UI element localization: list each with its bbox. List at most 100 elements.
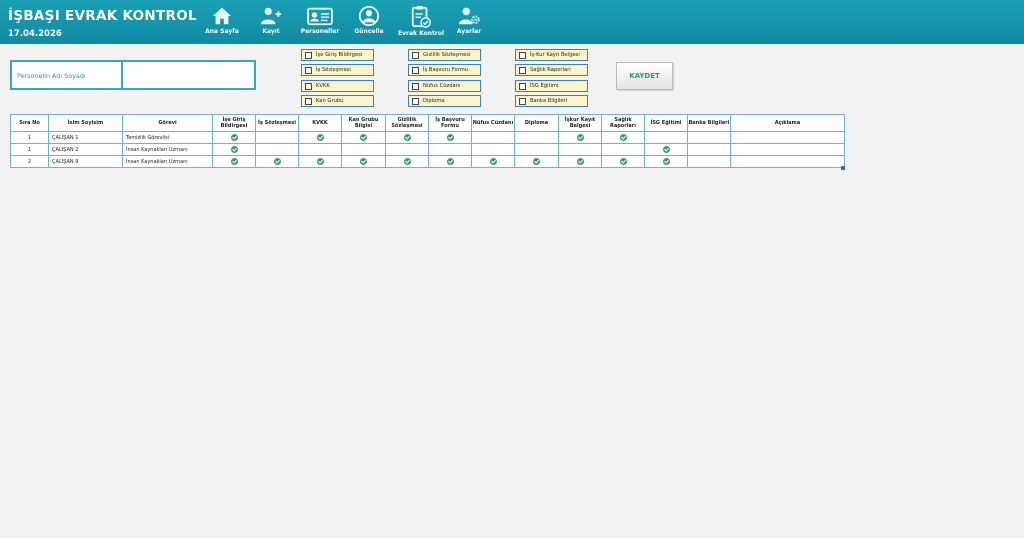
checkbox-nufus-cuzdani[interactable]: Nüfus Cüzdanı: [408, 80, 481, 92]
document-status-cell[interactable]: [687, 155, 731, 168]
document-status-cell[interactable]: [428, 143, 472, 156]
column-header[interactable]: Kan Grubu Bilgisi: [341, 114, 386, 132]
save-button[interactable]: KAYDET: [616, 62, 673, 90]
column-header[interactable]: KVKK: [298, 114, 342, 132]
document-status-cell[interactable]: [687, 131, 731, 144]
document-status-cell[interactable]: [644, 131, 688, 144]
employee-role-cell[interactable]: İnsan Kaynakları Uzmanı: [122, 143, 213, 156]
checkbox-kvkk[interactable]: KVKK: [301, 80, 374, 92]
nav-settings[interactable]: Ayarlar: [441, 5, 497, 43]
document-status-cell[interactable]: [255, 155, 299, 168]
checkbox-banka-bilgileri[interactable]: Banka Bilgileri: [515, 95, 588, 107]
column-header[interactable]: İSG Eğitimi: [644, 114, 688, 132]
column-header[interactable]: Banka Bilgileri: [687, 114, 731, 132]
note-cell[interactable]: [730, 155, 845, 168]
checkbox-saglik-raporlari[interactable]: Sağlık Raporları: [515, 64, 588, 76]
column-header[interactable]: İşkur Kayıt Belgesi: [558, 114, 602, 132]
document-status-cell[interactable]: [385, 131, 429, 144]
document-status-cell[interactable]: [601, 155, 645, 168]
column-header[interactable]: Gizlilik Sözleşmesi: [385, 114, 429, 132]
document-status-cell[interactable]: [644, 155, 688, 168]
nav-update[interactable]: Güncelle: [341, 5, 397, 43]
checkbox-box[interactable]: [412, 67, 419, 74]
table-row[interactable]: 2 ÇALIŞAN 9 İnsan Kaynakları Uzmanı: [10, 155, 845, 168]
document-status-cell[interactable]: [471, 131, 515, 144]
table-row[interactable]: 1 ÇALIŞAN 2 İnsan Kaynakları Uzmanı: [10, 143, 845, 156]
row-number-cell[interactable]: 1: [10, 131, 49, 144]
document-status-cell[interactable]: [341, 143, 386, 156]
document-status-cell[interactable]: [212, 131, 256, 144]
document-status-cell[interactable]: [514, 155, 559, 168]
document-status-cell[interactable]: [255, 131, 299, 144]
document-status-cell[interactable]: [644, 143, 688, 156]
checkbox-box[interactable]: [412, 83, 419, 90]
note-cell[interactable]: [730, 143, 845, 156]
employee-name-cell[interactable]: ÇALIŞAN 1: [48, 131, 123, 144]
document-status-cell[interactable]: [514, 143, 559, 156]
document-status-cell[interactable]: [212, 155, 256, 168]
checkbox-box[interactable]: [519, 83, 526, 90]
row-number-cell[interactable]: 1: [10, 143, 49, 156]
document-status-cell[interactable]: [471, 143, 515, 156]
document-status-cell[interactable]: [385, 143, 429, 156]
checkbox-box[interactable]: [305, 83, 312, 90]
checkbox-box[interactable]: [519, 52, 526, 59]
column-header[interactable]: Nüfus Cüzdanı: [471, 114, 515, 132]
employee-name-cell[interactable]: ÇALIŞAN 2: [48, 143, 123, 156]
column-header[interactable]: Sıra No: [10, 114, 49, 132]
table-resize-handle[interactable]: [841, 166, 845, 170]
personnel-name-input[interactable]: [125, 62, 254, 88]
row-number-cell[interactable]: 2: [10, 155, 49, 168]
employee-role-cell[interactable]: Temizlik Görevlisi: [122, 131, 213, 144]
employee-role-cell[interactable]: İnsan Kaynakları Uzmanı: [122, 155, 213, 168]
document-status-cell[interactable]: [385, 155, 429, 168]
document-status-cell[interactable]: [298, 131, 342, 144]
checkbox-is-basvuru-formu[interactable]: İş Başvuru Formu: [408, 64, 481, 76]
document-status-cell[interactable]: [514, 131, 559, 144]
column-header[interactable]: Görevi: [122, 114, 213, 132]
column-header[interactable]: İsim Soyisim: [48, 114, 123, 132]
checkbox-iskur-kayit-belgesi[interactable]: İş-Kur Kayıt Belgesi: [515, 49, 588, 61]
employee-name-cell[interactable]: ÇALIŞAN 9: [48, 155, 123, 168]
table-row[interactable]: 1 ÇALIŞAN 1 Temizlik Görevlisi: [10, 131, 845, 144]
check-icon: [619, 158, 627, 165]
document-status-cell[interactable]: [298, 155, 342, 168]
document-status-cell[interactable]: [601, 131, 645, 144]
checkbox-box[interactable]: [305, 67, 312, 74]
document-status-cell[interactable]: [601, 143, 645, 156]
document-status-cell[interactable]: [341, 155, 386, 168]
document-status-cell[interactable]: [341, 131, 386, 144]
checkbox-box[interactable]: [305, 52, 312, 59]
document-status-cell[interactable]: [298, 143, 342, 156]
column-header[interactable]: Sağlık Raporları: [601, 114, 645, 132]
checkbox-box[interactable]: [412, 52, 419, 59]
checkbox-gizlilik-sozlesmesi[interactable]: Gizlilik Sözleşmesi: [408, 49, 481, 61]
document-status-cell[interactable]: [558, 143, 602, 156]
checkbox-box[interactable]: [305, 98, 312, 105]
checkbox-box[interactable]: [412, 98, 419, 105]
note-cell[interactable]: [730, 131, 845, 144]
column-header[interactable]: Diploma: [514, 114, 559, 132]
document-status-cell[interactable]: [558, 155, 602, 168]
document-status-cell[interactable]: [558, 131, 602, 144]
checkbox-ise-giris-bildirgesi[interactable]: İşe Giriş Bildirgesi: [301, 49, 374, 61]
column-header[interactable]: İş Başvuru Formu: [428, 114, 472, 132]
document-status-cell[interactable]: [255, 143, 299, 156]
column-header[interactable]: İşe Giriş Bildirgesi: [212, 114, 256, 132]
nav-personnel[interactable]: Personeller: [292, 5, 348, 43]
column-header[interactable]: Açıklama: [730, 114, 845, 132]
document-status-cell[interactable]: [428, 155, 472, 168]
column-header[interactable]: İş Sözleşmesi: [255, 114, 299, 132]
checkbox-box[interactable]: [519, 67, 526, 74]
document-status-cell[interactable]: [471, 155, 515, 168]
document-status-cell[interactable]: [687, 143, 731, 156]
checkbox-box[interactable]: [519, 98, 526, 105]
checkbox-kan-grubu[interactable]: Kan Grubu: [301, 95, 374, 107]
checkbox-is-sozlesmesi[interactable]: İş Sözleşmesi: [301, 64, 374, 76]
checkbox-isg-egitimi[interactable]: İSG Eğitimi: [515, 80, 588, 92]
nav-register[interactable]: Kayıt: [243, 5, 299, 43]
document-status-cell[interactable]: [212, 143, 256, 156]
document-status-cell[interactable]: [428, 131, 472, 144]
checkbox-diploma[interactable]: Diploma: [408, 95, 481, 107]
nav-home[interactable]: Ana Sayfa: [194, 5, 250, 43]
